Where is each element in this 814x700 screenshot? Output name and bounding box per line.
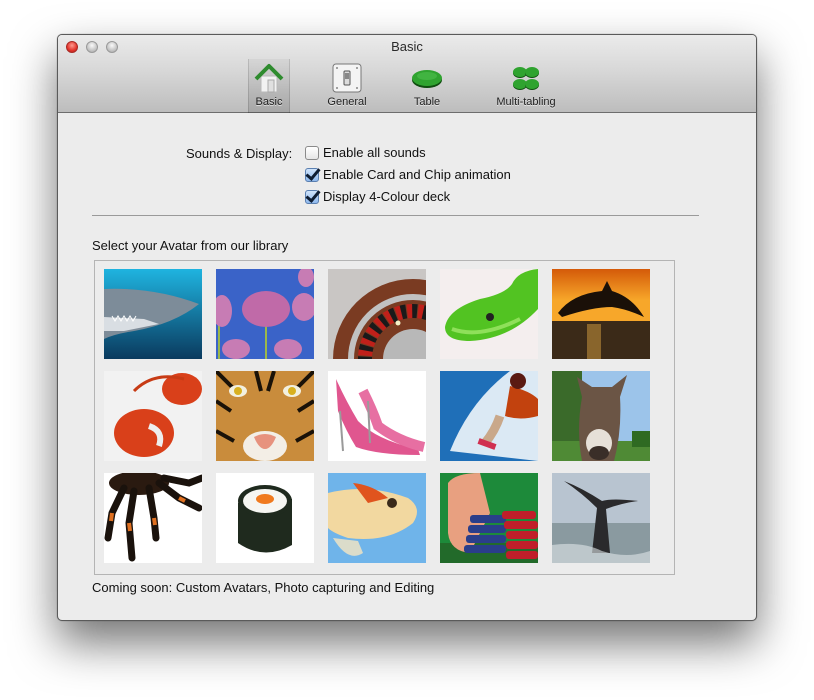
- option-label: Enable all sounds: [323, 145, 426, 160]
- card-chip-animation-option[interactable]: Enable Card and Chip animation: [305, 167, 511, 182]
- tab-label: General: [327, 96, 367, 108]
- multi-table-icon: [510, 62, 542, 94]
- house-icon: [253, 62, 285, 94]
- window-title: Basic: [391, 39, 423, 54]
- preferences-toolbar: Basic General Table Multi-tabling: [248, 59, 574, 113]
- avatar-snowboarder[interactable]: [440, 371, 538, 461]
- tab-basic[interactable]: Basic: [248, 59, 290, 113]
- tab-table[interactable]: Table: [388, 59, 466, 113]
- four-colour-deck-option[interactable]: Display 4-Colour deck: [305, 189, 450, 204]
- card-chip-animation-checkbox[interactable]: [305, 167, 319, 182]
- avatar-poker-chips[interactable]: [440, 473, 538, 563]
- avatar-tarantula[interactable]: [104, 473, 202, 563]
- section-divider: [92, 215, 699, 216]
- avatar-donkey[interactable]: [552, 371, 650, 461]
- avatar-dolphin-sunset[interactable]: [552, 269, 650, 359]
- avatar-grid: [94, 260, 675, 575]
- tab-multi-tabling[interactable]: Multi-tabling: [478, 59, 574, 113]
- avatar-sushi[interactable]: [216, 473, 314, 563]
- toggle-switch-icon: [331, 62, 363, 94]
- avatar-pink-heels[interactable]: [328, 371, 426, 461]
- sounds-display-label: Sounds & Display:: [186, 146, 293, 161]
- option-label: Display 4-Colour deck: [323, 189, 451, 204]
- title-bar: Basic Basic General Table Multi-tabling: [58, 35, 756, 113]
- avatar-roulette[interactable]: [328, 269, 426, 359]
- avatar-green-snake[interactable]: [440, 269, 538, 359]
- tab-label: Basic: [255, 96, 283, 108]
- four-colour-deck-checkbox[interactable]: [305, 189, 319, 204]
- option-label: Enable Card and Chip animation: [323, 167, 511, 182]
- tab-label: Table: [413, 96, 441, 108]
- avatar-tulips[interactable]: [216, 269, 314, 359]
- avatar-goldfish[interactable]: [328, 473, 426, 563]
- avatar-lobster[interactable]: [104, 371, 202, 461]
- avatar-tiger[interactable]: [216, 371, 314, 461]
- tab-general[interactable]: General: [308, 59, 386, 113]
- enable-all-sounds-option[interactable]: Enable all sounds: [305, 145, 426, 160]
- avatar-shark[interactable]: [104, 269, 202, 359]
- coming-soon-note: Coming soon: Custom Avatars, Photo captu…: [92, 580, 435, 595]
- preferences-window: Basic Basic General Table Multi-tabling …: [57, 34, 757, 621]
- poker-table-icon: [411, 62, 443, 94]
- avatar-heading: Select your Avatar from our library: [92, 238, 289, 253]
- enable-all-sounds-checkbox[interactable]: [305, 145, 319, 160]
- avatar-whale-tail[interactable]: [552, 473, 650, 563]
- tab-label: Multi-tabling: [496, 96, 556, 108]
